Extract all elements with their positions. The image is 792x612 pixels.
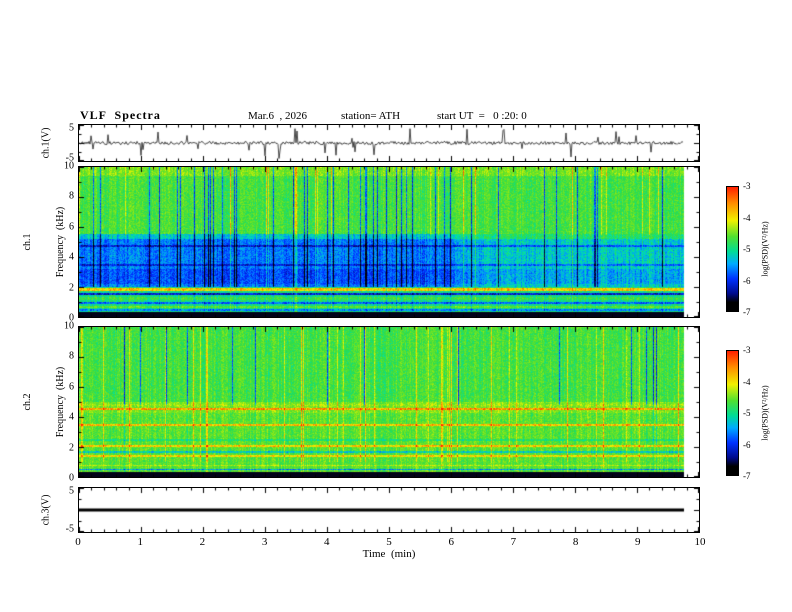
y-tick-label: -5 — [65, 523, 74, 535]
ch1-waveform-ylabel: ch.1(V) — [40, 127, 52, 159]
x-tick-label: 6 — [448, 536, 454, 548]
x-tick-label: 5 — [386, 536, 392, 548]
y-tick-label: -5 — [65, 152, 74, 164]
y-tick-label: 8 — [69, 190, 74, 202]
ch3-waveform-canvas — [79, 488, 699, 532]
ch1-channel-label: ch.1 — [22, 233, 33, 251]
ch1-spectrogram-ylabel: ch.1 Frequency (kHz) — [0, 207, 88, 278]
y-tick-label: 5 — [69, 485, 74, 497]
colorbar-tick-label: -6 — [743, 439, 751, 450]
vlf-spectra-figure: VLF Spectra Mar.6 , 2026 station= ATH st… — [0, 0, 792, 612]
y-tick-label: 4 — [69, 251, 74, 263]
colorbar-ch2-label: log(PSD)(V²/Hz) — [760, 385, 770, 441]
ch2-frequency-axis-label: Frequency (kHz) — [55, 366, 66, 438]
y-tick-label: 0 — [69, 472, 74, 484]
colorbar-tick-label: -6 — [743, 275, 751, 286]
ch2-spectrogram-canvas — [79, 327, 699, 477]
colorbar-ch1 — [726, 186, 739, 312]
y-tick-label: 2 — [69, 442, 74, 454]
x-tick-label: 3 — [261, 536, 268, 548]
colorbar-ch1-label: log(PSD)(V²/Hz) — [760, 221, 770, 277]
ch3-waveform-ylabel: ch.3(V) — [40, 494, 52, 526]
ch1-waveform-canvas — [79, 125, 699, 161]
y-tick-label: 8 — [69, 350, 74, 362]
ch2-channel-label: ch.2 — [22, 393, 33, 411]
panel-ch2-spectrogram — [78, 326, 700, 478]
x-tick-label: 0 — [75, 536, 81, 548]
ch1-spectrogram-canvas — [79, 167, 699, 317]
panel-ch1-spectrogram — [78, 166, 700, 318]
ch1-frequency-axis-label: Frequency (kHz) — [55, 206, 66, 278]
x-tick-label: 10 — [694, 536, 706, 548]
colorbar-tick-label: -5 — [743, 408, 751, 418]
y-tick-label: 10 — [64, 320, 74, 332]
x-tick-label: 7 — [510, 536, 517, 548]
figure-title: VLF Spectra — [80, 108, 161, 122]
colorbar-tick-label: -4 — [743, 212, 751, 223]
y-tick-label: 2 — [69, 282, 74, 294]
y-tick-label: 5 — [69, 122, 74, 134]
colorbar-tick-label: -4 — [743, 376, 751, 387]
colorbar-tick-label: -3 — [743, 345, 751, 355]
x-tick-label: 9 — [635, 536, 641, 548]
x-tick-label: 1 — [137, 536, 143, 548]
x-tick-label: 4 — [324, 536, 330, 548]
y-tick-label: 4 — [69, 411, 74, 423]
colorbar-ch2 — [726, 350, 739, 476]
panel-ch1-waveform — [78, 124, 700, 162]
colorbar-tick-label: -7 — [743, 471, 751, 481]
figure-station: station= ATH — [341, 110, 401, 122]
colorbar-tick-label: -5 — [743, 244, 751, 254]
y-tick-label: 6 — [69, 381, 74, 393]
y-tick-label: 6 — [69, 221, 74, 233]
figure-start-ut: start UT = 0 :20: 0 — [437, 110, 527, 122]
x-tick-label: 8 — [572, 536, 579, 548]
figure-date: Mar.6 , 2026 — [248, 110, 307, 122]
colorbar-tick-label: -7 — [743, 307, 751, 317]
x-tick-label: 2 — [199, 536, 206, 548]
panel-ch3-waveform — [78, 487, 700, 533]
ch2-spectrogram-ylabel: ch.2 Frequency (kHz) — [0, 367, 88, 438]
colorbar-tick-label: -3 — [743, 181, 751, 191]
time-axis-label: Time (min) — [362, 548, 416, 560]
